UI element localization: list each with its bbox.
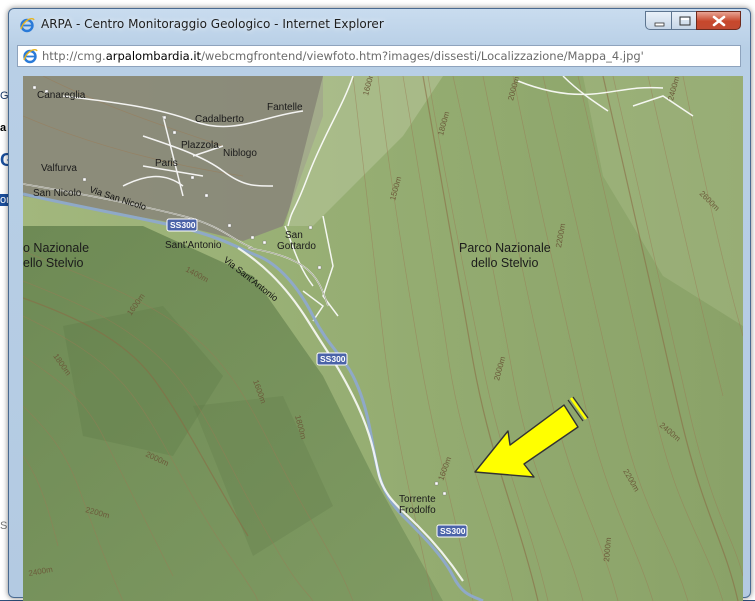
place-label: Fantelle: [267, 102, 303, 113]
route-shield: SS300: [436, 524, 468, 538]
place-label: Cadalberto: [195, 114, 244, 125]
place-label: San Nicolo: [33, 188, 82, 199]
place-label: Torrente: [399, 494, 436, 505]
park-label: dello Stelvio: [471, 256, 538, 270]
window-title: ARPA - Centro Monitoraggio Geologico - I…: [41, 17, 384, 31]
terrain-map: Canareglia Fantelle Cadalberto Plazzola …: [23, 76, 743, 601]
close-button[interactable]: [696, 11, 741, 30]
park-label: Parco Nazionale: [459, 241, 551, 255]
internet-explorer-icon: [20, 18, 35, 33]
address-bar[interactable]: http://cmg.arpalombardia.it/webcmgfronte…: [17, 45, 741, 67]
svg-text:SS300: SS300: [170, 220, 196, 230]
place-label: Frodolfo: [399, 505, 436, 516]
park-label: ello Stelvio: [23, 256, 83, 270]
svg-text:SS300: SS300: [320, 354, 346, 364]
close-icon: [712, 15, 726, 27]
maximize-button[interactable]: [671, 11, 697, 30]
park-label: o Nazionale: [23, 241, 89, 255]
maximize-icon: [679, 16, 691, 26]
map-image: Canareglia Fantelle Cadalberto Plazzola …: [23, 76, 743, 601]
background-page-fragment: a: [0, 122, 7, 134]
svg-text:SS300: SS300: [440, 526, 466, 536]
place-label: San: [285, 230, 303, 241]
internet-explorer-icon: [23, 49, 38, 64]
minimize-button[interactable]: [645, 11, 672, 30]
place-label: Paris: [155, 158, 178, 169]
place-label: Gottardo: [277, 241, 316, 252]
route-shield: SS300: [166, 218, 198, 232]
place-label: Plazzola: [181, 140, 219, 151]
place-label: Sant'Antonio: [165, 240, 222, 251]
browser-popup-window: ARPA - Centro Monitoraggio Geologico - I…: [8, 8, 751, 601]
title-bar[interactable]: ARPA - Centro Monitoraggio Geologico - I…: [9, 9, 750, 41]
place-label: Niblogo: [223, 148, 257, 159]
url-text: http://cmg.arpalombardia.it/webcmgfronte…: [42, 49, 644, 63]
minimize-icon: [654, 22, 665, 27]
place-label: Valfurva: [41, 163, 77, 174]
place-label: Canareglia: [37, 90, 86, 101]
route-shield: SS300: [316, 352, 348, 366]
